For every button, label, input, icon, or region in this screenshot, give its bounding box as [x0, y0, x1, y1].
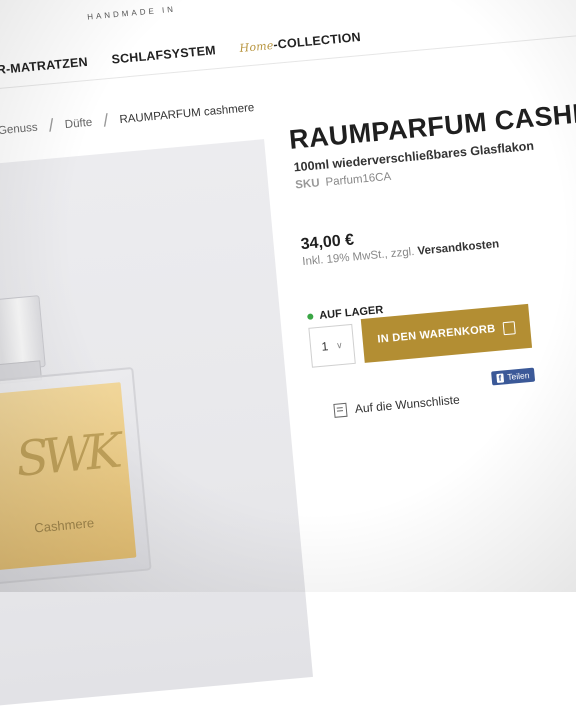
stock-dot-icon — [307, 313, 314, 320]
product-price: 34,00 € — [300, 231, 355, 254]
quantity-select[interactable]: 1 ∨ — [308, 323, 356, 368]
brand-tagline: HANDMADE IN — [86, 4, 177, 22]
bottle-liquid: SWK Cashmere — [0, 382, 137, 572]
sku-value: Parfum16CA — [325, 170, 392, 189]
top-navigation: HANDMADE IN TUR-MATRATZEN SCHLAFSYSTEM H… — [0, 0, 576, 94]
add-to-cart-button[interactable]: IN DEN WARENKORB — [360, 303, 533, 363]
page: HANDMADE IN TUR-MATRATZEN SCHLAFSYSTEM H… — [0, 0, 576, 707]
cart-icon — [502, 320, 516, 335]
breadcrumb-item-genuss[interactable]: & Genuss — [0, 122, 38, 139]
quantity-value: 1 — [320, 339, 329, 354]
breadcrumb-separator: / — [47, 115, 55, 136]
wishlist-label: Auf die Wunschliste — [354, 392, 461, 416]
product-sku: SKU Parfum16CA — [295, 171, 392, 192]
wishlist-link[interactable]: Auf die Wunschliste — [333, 393, 460, 418]
bottle-monogram: SWK — [13, 422, 119, 488]
nav-collection-label: COLLECTION — [277, 29, 362, 52]
chevron-down-icon: ∨ — [335, 339, 344, 350]
product-image[interactable]: SWK Cashmere — [0, 139, 314, 707]
main-nav: TUR-MATRATZEN SCHLAFSYSTEM Home-COLLECTI… — [0, 30, 361, 79]
share-label: Teilen — [506, 370, 530, 383]
sku-label: SKU — [294, 177, 321, 192]
breadcrumb-current: RAUMPARFUM cashmere — [119, 101, 255, 127]
nav-item-schlafsystem[interactable]: SCHLAFSYSTEM — [111, 43, 216, 66]
wishlist-icon — [333, 402, 348, 418]
breadcrumb: & Genuss / Düfte / RAUMPARFUM cashmere — [0, 97, 255, 142]
facebook-share-button[interactable]: f Teilen — [491, 367, 536, 386]
breadcrumb-item-duefte[interactable]: Düfte — [64, 117, 92, 131]
nav-item-matratzen[interactable]: TUR-MATRATZEN — [0, 55, 88, 79]
shipping-link[interactable]: Versandkosten — [417, 238, 500, 257]
bottle-label: Cashmere — [33, 515, 95, 536]
bottle-body: SWK Cashmere — [0, 366, 152, 587]
add-to-cart-label: IN DEN WARENKORB — [376, 322, 496, 346]
nav-item-home-collection[interactable]: Home-COLLECTION — [239, 30, 361, 55]
breadcrumb-separator: / — [102, 110, 110, 131]
nav-home-script: Home — [239, 38, 275, 55]
facebook-icon: f — [496, 372, 504, 383]
